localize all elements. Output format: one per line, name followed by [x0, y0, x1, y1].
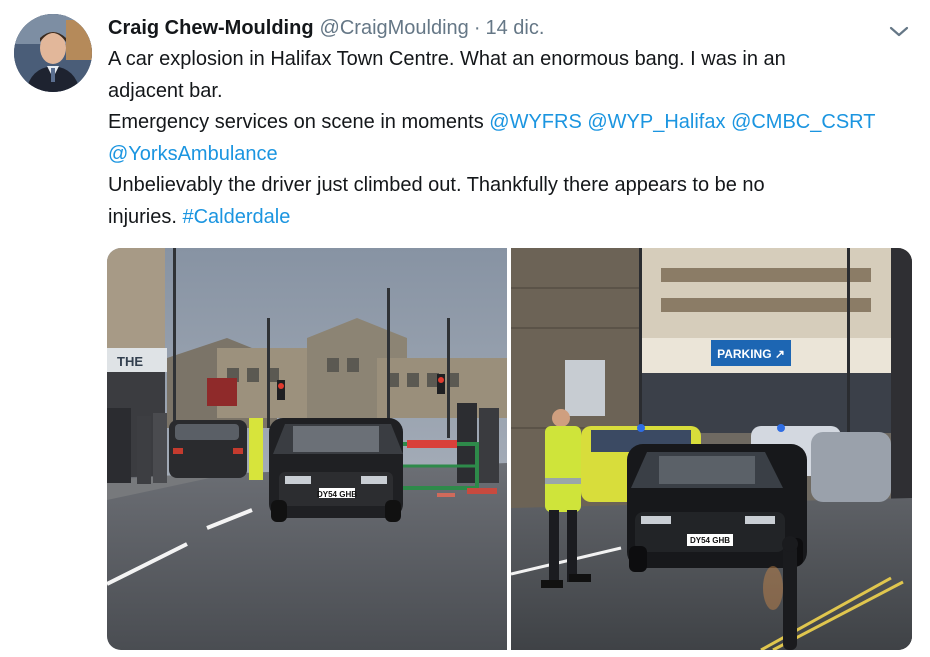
tweet-text-line: injuries. #Calderdale	[108, 202, 916, 234]
user-handle[interactable]: @CraigMoulding	[320, 14, 469, 42]
avatar[interactable]	[14, 14, 92, 92]
mention-link[interactable]: @WYP_Halifax	[587, 111, 725, 133]
tweet-text: A car explosion in Halifax Town Centre. …	[108, 44, 916, 234]
mention-link[interactable]: @YorksAmbulance	[108, 143, 278, 165]
license-plate: DY54 GHB	[690, 536, 730, 545]
parking-sign-text: PARKING ↗	[717, 347, 785, 361]
tweet-date[interactable]: 14 dic.	[485, 14, 544, 42]
media-grid: THE DY54 GHB PARKING ↗ DY54 GHB	[107, 248, 912, 650]
police-scene-illustration: PARKING ↗ DY54 GHB	[511, 248, 912, 650]
header-separator: ·	[473, 17, 481, 39]
tweet-header: Craig Chew-Moulding @CraigMoulding · 14 …	[108, 14, 544, 42]
mention-link[interactable]: @WYFRS	[489, 111, 582, 133]
tweet-text-line: Unbelievably the driver just climbed out…	[108, 174, 765, 197]
hashtag-link[interactable]: #Calderdale	[182, 206, 290, 228]
tweet-text-line: A car explosion in Halifax Town Centre. …	[108, 48, 786, 70]
media-photo-left[interactable]: THE DY54 GHB	[107, 248, 507, 650]
avatar-photo	[14, 14, 92, 92]
mention-link[interactable]: @CMBC_CSRT	[731, 111, 875, 133]
media-photo-right[interactable]: PARKING ↗ DY54 GHB	[511, 248, 912, 650]
street-scene-illustration: THE DY54 GHB	[107, 248, 507, 650]
tweet-text-segment: Emergency services on scene in moments	[108, 111, 490, 134]
tweet-text-line: @YorksAmbulance	[108, 139, 916, 171]
tweet-text-segment: injuries.	[108, 205, 183, 228]
tweet-text-line: Emergency services on scene in moments @…	[108, 107, 916, 139]
chevron-down-icon[interactable]	[886, 20, 912, 42]
license-plate: DY54 GHB	[317, 490, 357, 499]
bar-sign-text: THE	[117, 354, 143, 369]
tweet-text-line: adjacent bar.	[108, 79, 223, 102]
display-name[interactable]: Craig Chew-Moulding	[108, 14, 314, 42]
tweet: Craig Chew-Moulding @CraigMoulding · 14 …	[0, 0, 930, 657]
